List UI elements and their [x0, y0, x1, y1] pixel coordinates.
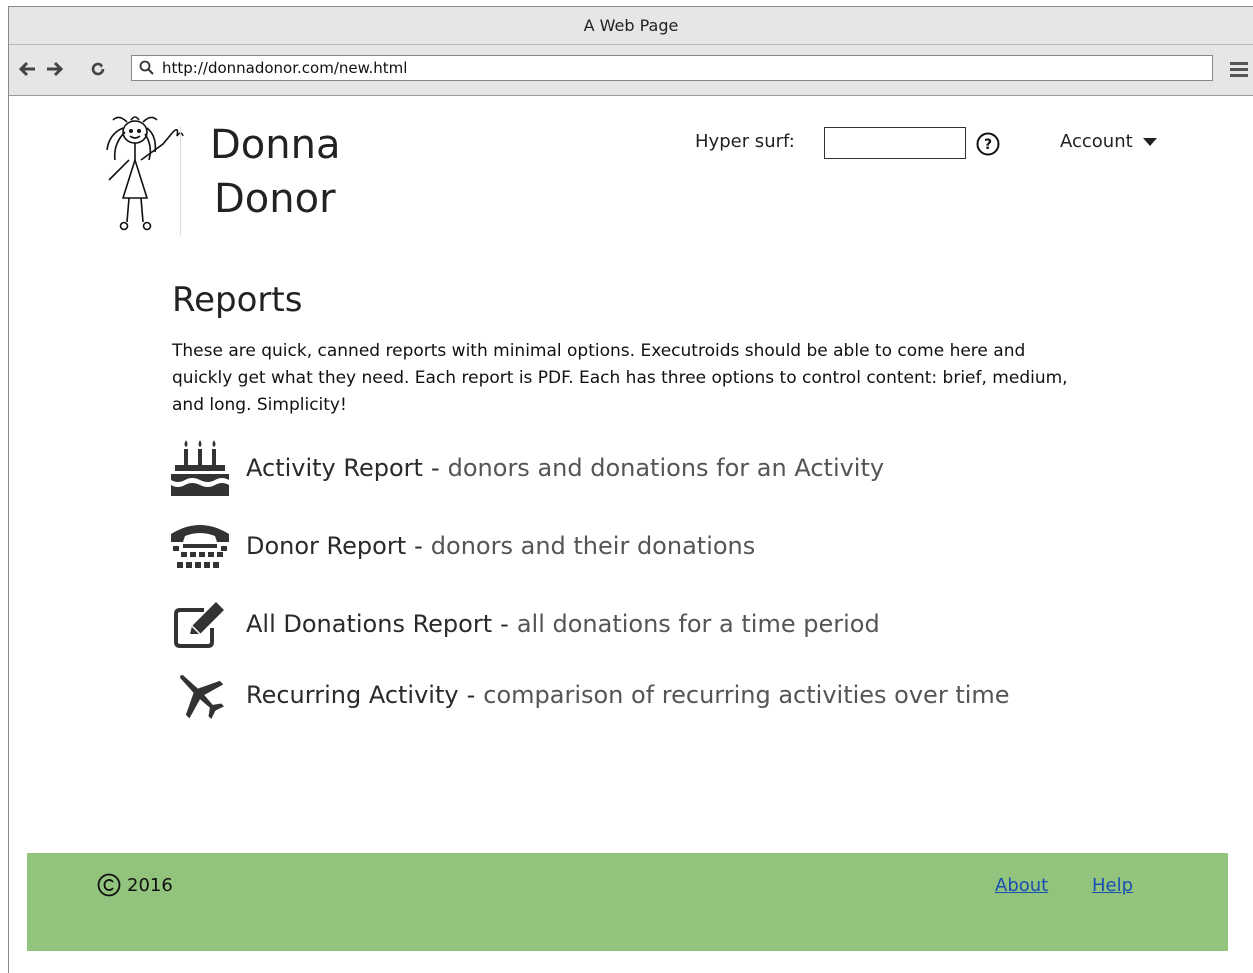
window-title: A Web Page	[583, 16, 679, 35]
logo-divider	[180, 126, 181, 236]
browser-menu-button[interactable]	[1227, 57, 1251, 81]
copyright-year: 2016	[127, 874, 173, 896]
phone-icon	[168, 516, 232, 576]
birthday-cake-icon	[168, 438, 232, 498]
report-item-donor[interactable]: Donor Report - donors and their donation…	[168, 516, 755, 576]
report-title: All Donations Report	[246, 610, 493, 638]
report-description: donors and their donations	[430, 532, 756, 560]
url-text: http://donnadonor.com/new.html	[162, 59, 408, 77]
arrow-left-icon	[19, 61, 35, 77]
help-icon[interactable]: ?	[976, 132, 1000, 156]
report-separator: -	[466, 681, 476, 709]
report-description: comparison of recurring activities over …	[483, 681, 1010, 709]
report-description: donors and donations for an Activity	[447, 454, 885, 482]
window-titlebar: A Web Page	[9, 7, 1253, 45]
copyright: 2016	[97, 873, 173, 897]
report-separator: -	[500, 610, 509, 638]
hyper-surf-label: Hyper surf:	[695, 131, 795, 152]
reports-description: These are quick, canned reports with min…	[172, 341, 1068, 415]
svg-text:?: ?	[984, 137, 992, 153]
footer: 2016 About Help	[27, 853, 1228, 951]
report-item-activity[interactable]: Activity Report - donors and donations f…	[168, 438, 884, 498]
copyright-icon	[97, 873, 121, 897]
search-icon	[136, 57, 158, 79]
donna-figure-icon	[106, 116, 184, 231]
logo-name-first: Donna	[210, 122, 341, 168]
plane-icon	[168, 665, 232, 725]
page-title: Reports	[172, 280, 303, 320]
forward-button[interactable]	[43, 57, 65, 81]
caret-down-icon	[1142, 137, 1157, 146]
footer-link-help[interactable]: Help	[1092, 875, 1133, 896]
hyper-surf-input[interactable]	[824, 127, 966, 159]
site-logo[interactable]: Donna Donor	[97, 110, 357, 240]
footer-link-about[interactable]: About	[995, 875, 1048, 896]
hamburger-icon	[1230, 62, 1248, 77]
reload-button[interactable]	[87, 57, 109, 81]
report-description: all donations for a time period	[516, 610, 880, 638]
report-separator: -	[414, 532, 423, 560]
report-title: Recurring Activity	[246, 681, 459, 709]
arrow-right-icon	[47, 61, 63, 77]
logo-name-last: Donor	[214, 176, 336, 222]
report-title: Activity Report	[246, 454, 423, 482]
browser-toolbar: http://donnadonor.com/new.html	[9, 45, 1253, 96]
address-bar[interactable]: http://donnadonor.com/new.html	[131, 55, 1213, 81]
edit-icon	[168, 594, 232, 654]
back-button[interactable]	[17, 57, 39, 81]
report-item-all-donations[interactable]: All Donations Report - all donations for…	[168, 594, 880, 654]
report-title: Donor Report	[246, 532, 407, 560]
account-menu[interactable]: Account	[1060, 131, 1157, 152]
report-item-recurring[interactable]: Recurring Activity - comparison of recur…	[168, 665, 1010, 725]
report-separator: -	[430, 454, 440, 482]
account-label: Account	[1060, 131, 1133, 152]
reload-icon	[91, 62, 105, 76]
